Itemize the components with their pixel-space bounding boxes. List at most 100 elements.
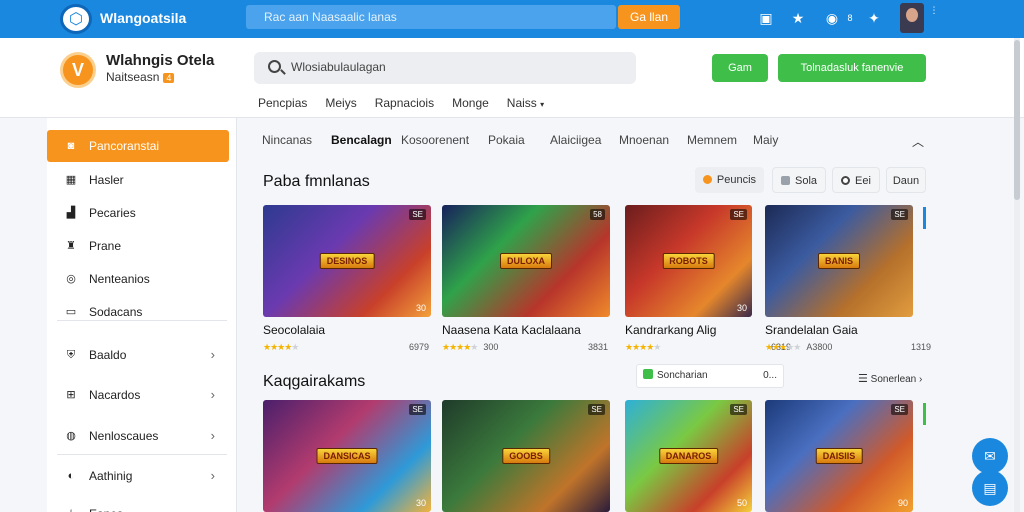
game-plays: 6979 [408,342,429,352]
section-title-categories: Kaqgairakams [263,373,366,390]
app-logo-icon[interactable]: ⬡ [60,4,92,34]
sidebar-item[interactable]: ◐ Aathinig › [47,460,229,492]
gamepad-icon [643,369,653,379]
cart-icon[interactable]: ▤ [972,470,1008,506]
brand-tag-badge: 4 [163,73,175,83]
sidebar-item[interactable]: ⛨ Baaldo › [47,339,229,371]
game-meta: ★★★★★ 6979 [263,342,431,353]
sidebar-item[interactable]: ▟ Pecaries [47,197,229,229]
filter-pill[interactable]: Sola [772,167,826,193]
notification-icon[interactable]: ◉ [824,10,840,26]
chat-support-icon[interactable]: ✉ [972,438,1008,474]
game-logo-banner: DANAROS [658,448,719,464]
thumbnail-badge: SE [891,209,908,220]
thumbnail-badge: SE [730,404,747,415]
see-all-link[interactable]: ☰ Sonerlean › [858,372,922,385]
shield-icon: ⛨ [66,349,76,361]
star-rating-icon: ★★★★★ [765,342,801,352]
game-title[interactable]: Seocolalaia [263,323,325,337]
notification-count: 8 [847,13,853,23]
sidebar-item[interactable]: ♜ Prane [47,230,229,262]
game-count: 1319 [910,342,931,352]
subnav-item[interactable]: Naiss ▾ [507,96,544,110]
game-logo-banner: DESINOS [319,253,375,269]
tab-item[interactable]: Memnem [687,133,737,147]
settings-icon[interactable]: ✦ [866,10,882,26]
game-thumbnail[interactable]: SE GOOBS [442,400,610,512]
top-cta-button[interactable]: Ga llan [618,5,680,29]
carousel-next-indicator[interactable] [923,207,926,229]
compass-icon: ◎ [66,273,76,285]
sidebar-item-label: Sodacans [89,305,143,319]
sidebar-item-label: Pecaries [89,206,136,220]
sidebar-item[interactable]: ◍ Nenloscaues › [47,420,229,452]
bulb-icon: ◐ [67,470,75,482]
tab-item[interactable]: Bencalagn [331,133,392,147]
sidebar-item[interactable]: ◙ Pancoranstai [47,130,229,162]
sidebar-item-label: Prane [89,239,122,253]
subnav-item[interactable]: Rapnaciois [375,96,434,110]
carousel-next-indicator[interactable] [923,403,926,425]
game-meta: ★★★★★ A3800 1319 [765,342,933,353]
subnav-item[interactable]: Meiys [325,96,356,110]
game-title[interactable]: Srandelalan Gaia [765,323,858,337]
game-thumbnail[interactable]: 58 DULOXA [442,205,610,317]
game-title[interactable]: Kandrarkang Alig [625,323,716,337]
filter-pill[interactable]: Peuncis [695,167,764,193]
calendar-icon: ▦ [65,174,77,186]
chart-icon: ▟ [66,207,76,219]
game-thumbnail[interactable]: SE BANIS [765,205,913,317]
game-meta: ★★★★★ 300 3831 [442,342,610,353]
quick-search-box[interactable]: Soncharian 0... [636,364,784,388]
subnav-item[interactable]: Pencpias [258,96,307,110]
scrollbar-thumb[interactable] [1014,40,1020,200]
game-title[interactable]: Naasena Kata Kaclalaana [442,323,581,337]
thumbnail-count: 30 [415,498,426,508]
tab-item[interactable]: Mnoenan [619,133,669,147]
clipboard-icon: ▭ [65,306,77,318]
fire-icon [702,175,712,184]
top-search-input[interactable]: Rac aan Naasaalic lanas [246,5,616,29]
subnav-item[interactable]: Monge [452,96,489,110]
grid-icon [780,176,790,185]
trophy-icon[interactable]: ★ [790,10,806,26]
thumbnail-badge: 58 [590,209,605,220]
chevron-right-icon: › [210,468,215,483]
filter-pill[interactable]: Eei [832,167,880,193]
chevron-right-icon: › [210,387,215,402]
thumbnail-count: 30 [415,303,426,313]
main-search-input[interactable]: Wlosiabulaulagan [254,52,636,84]
sidebar-item-label: Pancoranstai [89,139,160,153]
large-green-button[interactable]: Tolnadasluk fanenvie [778,54,926,82]
globe-icon: ◍ [66,430,76,442]
sidebar-item[interactable]: ☆ Eanes [47,498,229,512]
tab-item[interactable]: Maiy [753,133,778,147]
sidebar-item-label: Baaldo [89,348,127,362]
sidebar-item[interactable]: ▦ Hasler [47,164,229,196]
filter-pill[interactable]: Daun [886,167,926,193]
menu-dots-icon[interactable]: ⋮ [926,2,942,18]
sidebar-item[interactable]: ◎ Nenteanios [47,263,229,295]
tab-item[interactable]: Nincanas [262,133,312,147]
tab-item[interactable]: Kosoorenent [401,133,469,147]
collapse-chevron-icon[interactable]: ︿ [912,133,924,150]
list-icon: ☰ [858,373,868,385]
chat-icon[interactable]: ▣ [758,10,774,26]
game-thumbnail[interactable]: SE DAISIIS 90 [765,400,913,512]
tab-item[interactable]: Alaiciigea [550,133,601,147]
user-avatar[interactable] [900,3,924,33]
sidebar-item-label: Nenteanios [89,272,150,286]
game-thumbnail[interactable]: SE DANSICAS 30 [263,400,431,512]
thumbnail-count: 90 [897,498,908,508]
game-thumbnail[interactable]: SE ROBOTS 30 [625,205,752,317]
sidebar-item[interactable]: ⊞ Nacardos › [47,379,229,411]
game-thumbnail[interactable]: SE DANAROS 50 [625,400,752,512]
sidebar-item-label: Nenloscaues [89,429,159,443]
brand-logo-icon[interactable]: V [60,52,96,88]
trophy-icon: ♜ [66,240,76,252]
game-thumbnail[interactable]: SE DESINOS 30 [263,205,431,317]
tab-item[interactable]: Pokaia [488,133,525,147]
sidebar-item[interactable]: ▭ Sodacans [47,296,229,328]
small-green-button[interactable]: Gam [712,54,768,82]
game-logo-banner: BANIS [817,253,861,269]
